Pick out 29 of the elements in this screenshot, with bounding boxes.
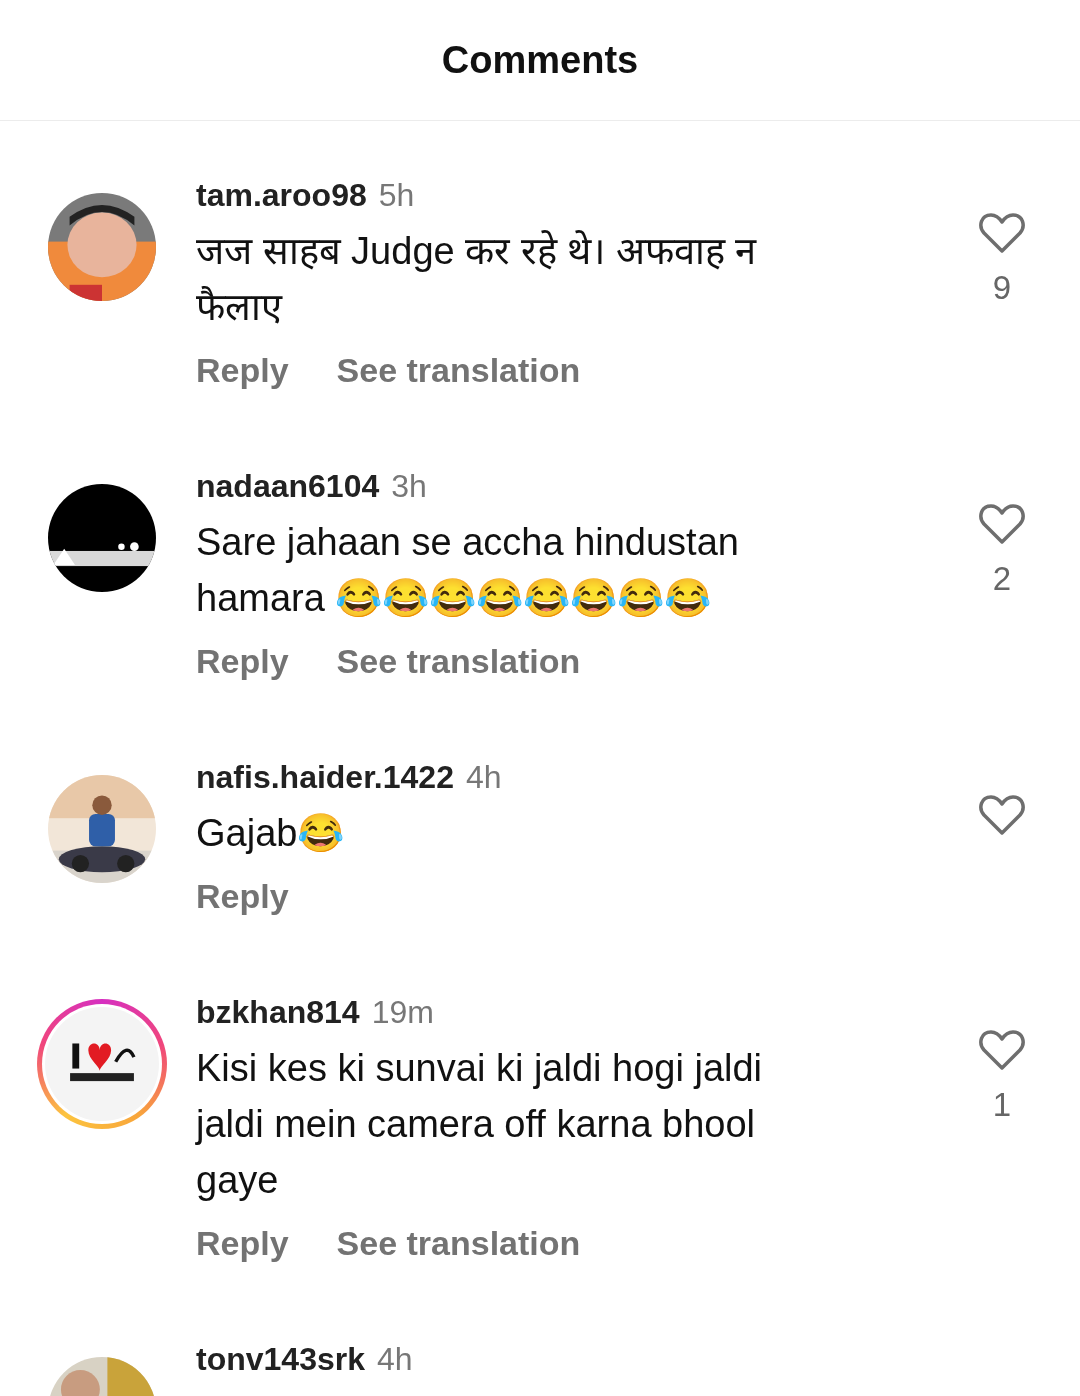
translation-link[interactable]: See translation: [336, 1218, 581, 1269]
comment-time: 3h: [391, 467, 427, 506]
heart-icon[interactable]: [978, 1028, 1026, 1072]
sheet-title: Comments: [441, 37, 639, 83]
heart-icon[interactable]: [978, 502, 1026, 546]
comment-time: 4h: [377, 1340, 413, 1379]
username[interactable]: bzkhan814: [196, 988, 360, 1036]
username[interactable]: tonv143srk: [196, 1335, 365, 1383]
username[interactable]: nadaan6104: [196, 462, 380, 510]
heart-icon[interactable]: [978, 793, 1026, 837]
like-count: 2: [992, 559, 1012, 599]
translation-link[interactable]: See translation: [336, 345, 581, 396]
comment-text: Gajab😂: [196, 811, 346, 856]
username[interactable]: nafis.haider.1422: [196, 753, 454, 801]
like-count: 9: [992, 268, 1012, 308]
reply-link[interactable]: Reply: [196, 636, 289, 687]
comment-time: 5h: [378, 176, 415, 215]
reply-link[interactable]: Reply: [196, 1218, 289, 1269]
comment-time: 4h: [465, 758, 502, 797]
reply-link[interactable]: Reply: [196, 871, 289, 922]
comment-time: 19m: [371, 993, 434, 1032]
comment-text: जज साहब Judge कर रहे थे। अफवाह न फैलाए: [196, 229, 758, 330]
username[interactable]: tam.aroo98: [196, 171, 367, 219]
like-count: 1: [992, 1085, 1012, 1125]
comment-text: Sare jahaan se accha hindustan hamara 😂😂😂😂😂😂😂😂: [196, 520, 740, 621]
reply-link[interactable]: Reply: [196, 345, 289, 396]
comment-text: Kisi kes ki sunvai ki jaldi hogi jaldi jaldi mein camera off karna bhool gaye: [196, 1046, 764, 1203]
translation-link[interactable]: See translation: [336, 636, 581, 687]
heart-icon[interactable]: [978, 211, 1026, 255]
